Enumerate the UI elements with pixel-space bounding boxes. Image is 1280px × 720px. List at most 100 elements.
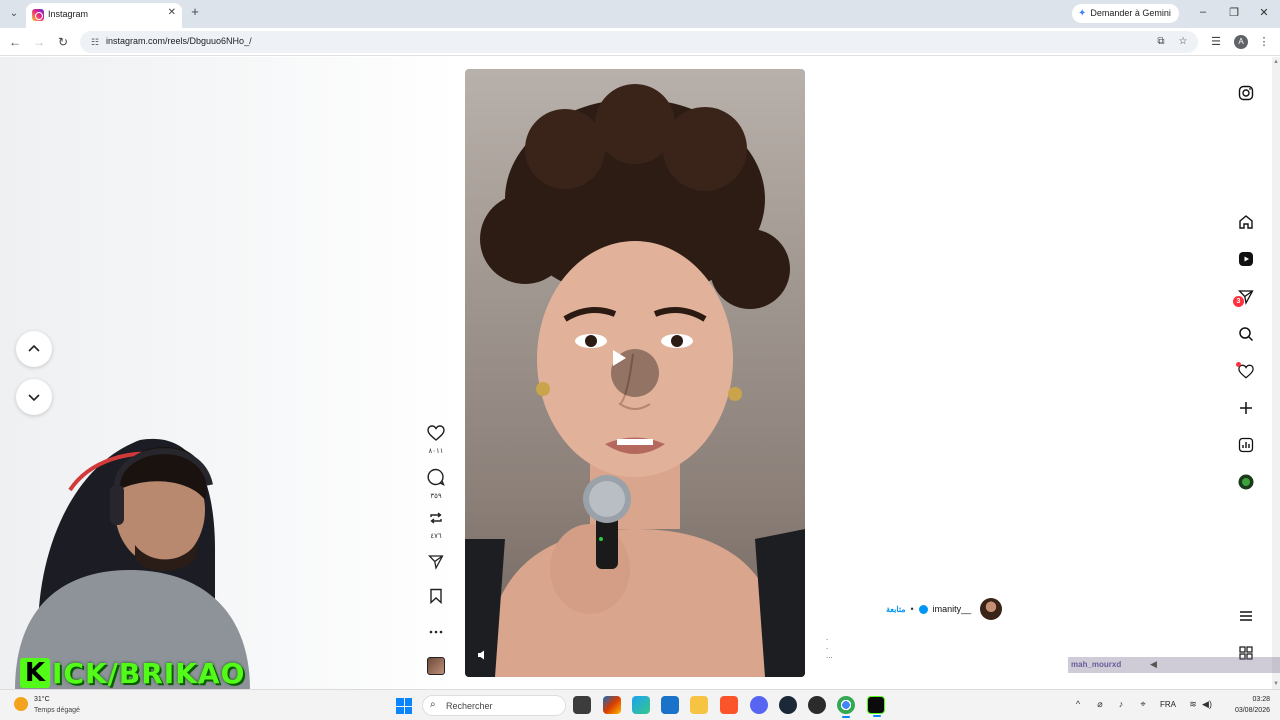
scroll-up-icon[interactable]: ▲ <box>1273 59 1279 65</box>
chart-glyph <box>1238 437 1254 453</box>
task-view-icon[interactable] <box>573 696 591 714</box>
next-reel-button[interactable] <box>16 379 52 415</box>
discord-icon[interactable] <box>750 696 768 714</box>
play-button[interactable] <box>611 349 659 397</box>
steam-icon[interactable] <box>779 696 797 714</box>
restore-icon[interactable]: ❐ <box>1227 6 1241 19</box>
bookmark-icon <box>430 588 442 605</box>
clock[interactable]: 03:28 03/08/2026 <box>1212 694 1270 716</box>
chat-overlay: mah_mourxd ◀ <box>1068 657 1280 673</box>
magnifier-glyph <box>1239 327 1254 342</box>
store-icon[interactable] <box>661 696 679 714</box>
play-icon <box>613 350 626 366</box>
plus-glyph <box>1240 402 1252 414</box>
wifi-icon[interactable]: ≋ <box>1186 699 1200 710</box>
profile-icon[interactable] <box>1236 472 1256 492</box>
reading-list-icon[interactable]: ☰ <box>1208 34 1224 50</box>
reload-icon[interactable]: ↻ <box>55 34 71 50</box>
share-button[interactable] <box>420 554 452 575</box>
instagram-favicon-icon <box>32 9 44 21</box>
audio-avatar[interactable] <box>427 657 445 675</box>
profile-avatar-glyph <box>1238 474 1254 490</box>
bookmark-star-icon[interactable]: ☆ <box>1176 35 1190 49</box>
chrome-icon[interactable] <box>837 696 855 718</box>
more-options-button[interactable] <box>420 622 452 640</box>
location-icon[interactable]: ⌖ <box>1136 699 1150 710</box>
minimize-icon[interactable]: – <box>1196 6 1210 18</box>
scroll-down-icon[interactable]: ▼ <box>1273 681 1279 687</box>
forward-icon[interactable]: → <box>31 34 47 50</box>
window-close-icon[interactable]: ✕ <box>1257 6 1271 19</box>
start-button[interactable] <box>396 698 412 714</box>
notification-dot <box>1236 362 1241 367</box>
separator-dot: • <box>910 604 914 614</box>
weather-description: Temps dégagé <box>34 707 80 714</box>
profile-avatar[interactable]: A <box>1234 35 1248 49</box>
tab-search-icon[interactable]: ⌄ <box>6 6 22 22</box>
comment-button[interactable]: ٣٥٩ <box>420 468 452 500</box>
previous-reel-button[interactable] <box>16 331 52 367</box>
input-language[interactable]: FRA <box>1160 700 1176 709</box>
obs-icon[interactable] <box>808 696 826 714</box>
caption-ellipsis: ... <box>826 651 833 660</box>
url-text[interactable]: instagram.com/reels/Dbguuo6NHo_/ <box>106 36 252 46</box>
reel-video[interactable] <box>465 69 805 677</box>
browser-menu-icon[interactable]: ⋮ <box>1256 34 1272 50</box>
edge-icon[interactable] <box>632 696 650 714</box>
more-menu-icon[interactable] <box>1236 606 1256 626</box>
kick-overlay: K ICK/BRIKAO <box>20 655 245 691</box>
clock-time: 03:28 <box>1252 696 1270 703</box>
back-icon[interactable]: ← <box>7 34 23 50</box>
author-username[interactable]: imanity__ <box>933 604 972 614</box>
search-icon[interactable] <box>1236 324 1256 344</box>
site-info-icon[interactable]: ☷ <box>88 35 102 49</box>
page-scrollbar[interactable]: ▲ ▼ <box>1272 57 1280 689</box>
repost-button[interactable]: ٤٧٦ <box>420 510 452 540</box>
create-icon[interactable] <box>1236 398 1256 418</box>
install-app-icon[interactable]: ⧉ <box>1154 35 1168 49</box>
dashboard-icon[interactable] <box>1236 435 1256 455</box>
brave-icon[interactable] <box>720 696 738 714</box>
clock-date: 03/08/2026 <box>1234 707 1270 714</box>
network-icon[interactable]: ⌀ <box>1093 699 1107 710</box>
start-tile <box>396 706 404 714</box>
more-dots-icon <box>429 630 443 634</box>
chevron-down-icon <box>28 394 40 402</box>
file-explorer-icon[interactable] <box>690 696 708 714</box>
taskbar-search-placeholder: Rechercher <box>446 701 493 711</box>
caption-more[interactable]: . . ... <box>826 633 833 660</box>
save-button[interactable] <box>420 588 452 609</box>
follow-button[interactable]: متابعة <box>886 605 906 614</box>
windows-taskbar: 31°C Temps dégagé ⌕ Rechercher ^ ⌀ ♪ ⌖ F… <box>0 689 1280 720</box>
kick-app-icon[interactable] <box>867 696 885 717</box>
mute-icon[interactable] <box>477 649 493 665</box>
microphone-icon[interactable]: ♪ <box>1114 699 1128 709</box>
browser-toolbar: ← → ↻ ☷ instagram.com/reels/Dbguuo6NHo_/… <box>0 28 1280 56</box>
instagram-logo-icon[interactable] <box>1236 83 1256 103</box>
send-icon <box>427 555 444 570</box>
home-icon[interactable] <box>1236 212 1256 232</box>
tab-instagram[interactable]: Instagram ✕ <box>26 3 182 28</box>
taskbar-search-icon: ⌕ <box>430 699 436 710</box>
author-avatar[interactable] <box>980 598 1003 620</box>
gemini-button[interactable]: ✦ Demander à Gemini <box>1072 4 1179 23</box>
reels-glyph <box>1239 252 1253 266</box>
taskbar-search[interactable]: ⌕ Rechercher <box>422 695 566 716</box>
author-row: متابعة • imanity__ <box>886 598 1003 620</box>
webcam-overlay <box>0 430 255 690</box>
new-tab-icon[interactable]: + <box>188 5 202 19</box>
address-bar[interactable]: ☷ instagram.com/reels/Dbguuo6NHo_/ ⧉ ☆ <box>80 31 1198 53</box>
like-button[interactable]: ٨٠١١ <box>420 425 452 455</box>
messages-badge: 3 <box>1233 296 1244 307</box>
tab-close-icon[interactable]: ✕ <box>168 7 176 18</box>
repost-count: ٤٧٦ <box>430 533 442 540</box>
verified-badge-icon <box>918 604 928 614</box>
copilot-icon[interactable] <box>603 696 621 714</box>
heart-icon <box>427 425 445 441</box>
caption-dot: . <box>826 642 829 651</box>
tray-overflow-icon[interactable]: ^ <box>1071 699 1085 709</box>
reels-icon[interactable] <box>1236 249 1256 269</box>
speaker-muted-icon <box>478 650 484 660</box>
start-tile <box>396 698 404 706</box>
chevron-up-icon <box>28 344 40 352</box>
